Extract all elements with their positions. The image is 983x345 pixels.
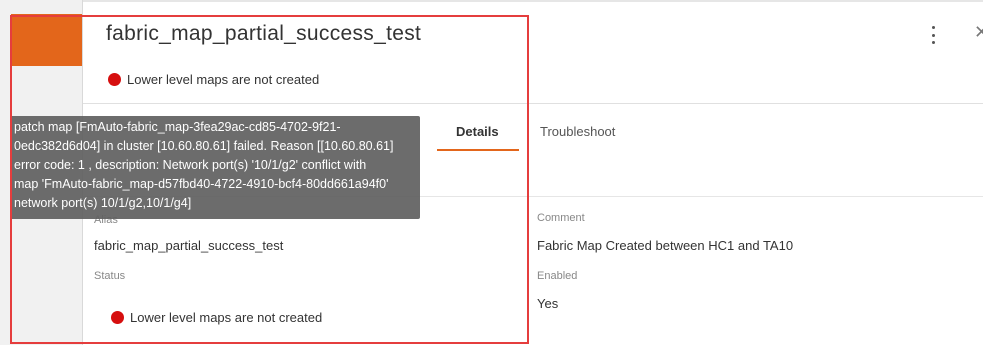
header-status: Lower level maps are not created: [108, 72, 319, 87]
tab-troubleshoot[interactable]: Troubleshoot: [540, 124, 615, 139]
alias-value: fabric_map_partial_success_test: [94, 238, 284, 253]
enabled-value: Yes: [537, 296, 559, 311]
error-tooltip: patch map [FmAuto-fabric_map-3fea29ac-cd…: [10, 116, 420, 219]
header-divider: [83, 103, 983, 104]
comment-value: Fabric Map Created between HC1 and TA10: [537, 238, 794, 253]
panel-title: fabric_map_partial_success_test: [106, 22, 422, 45]
status-value: Lower level maps are not created: [111, 310, 322, 325]
status-label: Status: [94, 270, 126, 282]
tooltip-line: network port(s) 10/1/g2,10/1/g4]: [14, 196, 192, 210]
accent-header-bar: [11, 14, 82, 66]
tooltip-line: 0edc382d6d04] in cluster [10.60.80.61] f…: [14, 139, 394, 153]
header-status-text: Lower level maps are not created: [127, 72, 320, 87]
red-dot-icon: [111, 311, 124, 324]
status-value-text: Lower level maps are not created: [130, 310, 323, 325]
close-icon[interactable]: ✕: [974, 22, 983, 43]
kebab-menu-icon[interactable]: [928, 26, 938, 44]
tooltip-line: patch map [FmAuto-fabric_map-3fea29ac-cd…: [14, 120, 341, 134]
tab-details[interactable]: Details: [456, 124, 499, 139]
enabled-label: Enabled: [537, 270, 578, 282]
tooltip-line: error code: 1 , description: Network por…: [14, 158, 367, 172]
red-dot-icon: [108, 73, 121, 86]
comment-label: Comment: [537, 212, 585, 224]
top-border: [0, 0, 983, 2]
active-tab-indicator: [437, 149, 519, 151]
tooltip-line: map 'FmAuto-fabric_map-d57fbd40-4722-491…: [14, 177, 389, 191]
